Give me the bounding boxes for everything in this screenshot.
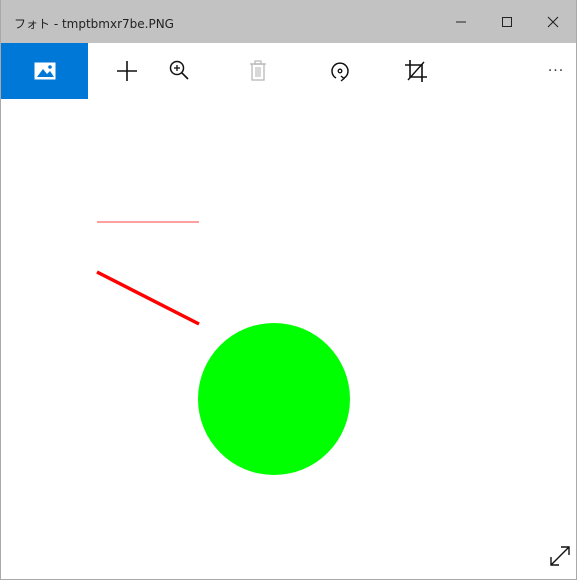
window-title: フォト - tmptbmxr7be.PNG [14, 17, 174, 31]
expand-button[interactable] [547, 543, 573, 569]
rotate-button[interactable] [317, 43, 363, 99]
image-viewer[interactable] [1, 99, 576, 579]
minimize-icon [456, 21, 466, 22]
toolbar: ··· [1, 43, 576, 99]
close-button[interactable] [530, 0, 576, 43]
close-icon [547, 16, 559, 27]
trash-icon [250, 60, 266, 81]
title-bar[interactable]: フォト - tmptbmxr7be.PNG [1, 0, 576, 43]
thick-red-line [96, 270, 200, 326]
photos-button[interactable] [1, 43, 88, 99]
expand-icon [550, 546, 570, 566]
add-button[interactable] [104, 43, 150, 99]
more-icon: ··· [547, 63, 565, 79]
plus-icon [117, 61, 137, 81]
picture-icon [34, 62, 55, 80]
photos-window: フォト - tmptbmxr7be.PNG ··· [0, 0, 577, 580]
photo-image [96, 221, 350, 475]
minimize-button[interactable] [438, 0, 484, 43]
crop-button[interactable] [393, 43, 439, 99]
delete-button[interactable] [235, 43, 281, 99]
zoom-in-icon [169, 60, 189, 80]
crop-icon [405, 60, 427, 82]
rotate-icon [331, 62, 349, 82]
maximize-button[interactable] [484, 0, 530, 43]
more-button[interactable]: ··· [536, 43, 576, 99]
maximize-icon [502, 16, 512, 27]
zoom-button[interactable] [156, 43, 202, 99]
green-circle [198, 323, 350, 475]
